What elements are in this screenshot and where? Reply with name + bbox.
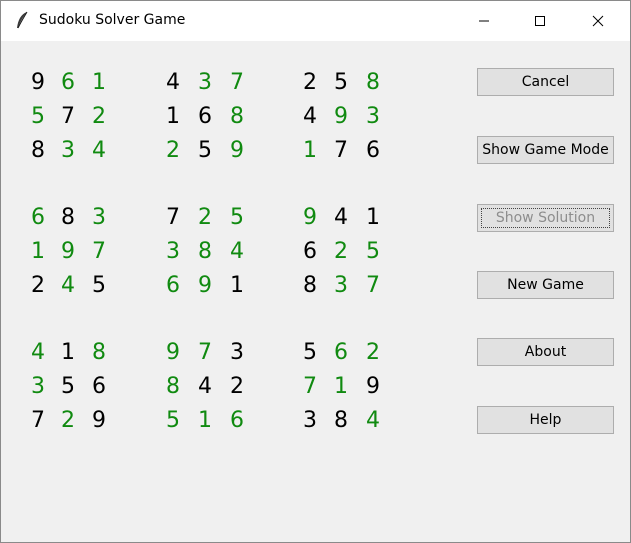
show-solution-button[interactable]: Show Solution (477, 204, 614, 232)
maximize-button[interactable] (517, 1, 563, 41)
new-game-button[interactable]: New Game (477, 271, 614, 299)
sudoku-cell-r3c8: 7 (334, 138, 348, 163)
sudoku-cell-r8c7: 7 (303, 374, 317, 399)
sudoku-cell-r5c5: 8 (198, 239, 212, 264)
app-window: Sudoku Solver Game 961437258572168493834… (0, 0, 631, 543)
sudoku-cell-r9c8: 8 (334, 408, 348, 433)
sudoku-cell-r9c5: 1 (198, 408, 212, 433)
sudoku-cell-r6c4: 6 (166, 273, 180, 298)
help-button[interactable]: Help (477, 406, 614, 434)
minimize-button[interactable] (461, 1, 507, 41)
sudoku-board: 9614372585721684938342591766837259411973… (1, 41, 461, 461)
sudoku-cell-r9c1: 7 (31, 408, 45, 433)
sudoku-cell-r8c1: 3 (31, 374, 45, 399)
sudoku-cell-r2c3: 2 (92, 104, 106, 129)
cancel-button[interactable]: Cancel (477, 68, 614, 96)
sudoku-cell-r4c2: 8 (61, 205, 75, 230)
sudoku-cell-r3c6: 9 (230, 138, 244, 163)
sudoku-cell-r2c8: 9 (334, 104, 348, 129)
sudoku-cell-r4c1: 6 (31, 205, 45, 230)
title-bar[interactable]: Sudoku Solver Game (1, 1, 630, 41)
sudoku-cell-r4c4: 7 (166, 205, 180, 230)
sudoku-cell-r5c9: 5 (366, 239, 380, 264)
sudoku-cell-r1c5: 3 (198, 70, 212, 95)
sudoku-cell-r8c8: 1 (334, 374, 348, 399)
sudoku-cell-r1c4: 4 (166, 70, 180, 95)
sudoku-cell-r4c6: 5 (230, 205, 244, 230)
feather-icon (15, 11, 29, 31)
sudoku-cell-r5c4: 3 (166, 239, 180, 264)
sudoku-cell-r7c4: 9 (166, 340, 180, 365)
sudoku-cell-r7c6: 3 (230, 340, 244, 365)
sudoku-cell-r1c7: 2 (303, 70, 317, 95)
sudoku-cell-r8c9: 9 (366, 374, 380, 399)
sudoku-cell-r2c2: 7 (61, 104, 75, 129)
sudoku-cell-r6c7: 8 (303, 273, 317, 298)
sudoku-cell-r8c3: 6 (92, 374, 106, 399)
sudoku-cell-r1c6: 7 (230, 70, 244, 95)
sudoku-cell-r6c8: 3 (334, 273, 348, 298)
sudoku-cell-r7c5: 7 (198, 340, 212, 365)
minimize-icon (478, 12, 490, 31)
sudoku-cell-r4c8: 4 (334, 205, 348, 230)
sudoku-cell-r8c5: 4 (198, 374, 212, 399)
sudoku-cell-r3c7: 1 (303, 138, 317, 163)
sudoku-cell-r6c6: 1 (230, 273, 244, 298)
sudoku-cell-r5c6: 4 (230, 239, 244, 264)
sudoku-cell-r3c3: 4 (92, 138, 106, 163)
sudoku-cell-r8c6: 2 (230, 374, 244, 399)
sudoku-cell-r3c9: 6 (366, 138, 380, 163)
sudoku-cell-r1c2: 6 (61, 70, 75, 95)
sudoku-cell-r5c1: 1 (31, 239, 45, 264)
sudoku-cell-r6c1: 2 (31, 273, 45, 298)
sudoku-cell-r9c6: 6 (230, 408, 244, 433)
sudoku-cell-r1c9: 8 (366, 70, 380, 95)
about-button[interactable]: About (477, 338, 614, 366)
sudoku-cell-r6c2: 4 (61, 273, 75, 298)
sudoku-cell-r4c5: 2 (198, 205, 212, 230)
sudoku-cell-r9c3: 9 (92, 408, 106, 433)
sudoku-cell-r7c3: 8 (92, 340, 106, 365)
sudoku-cell-r2c4: 1 (166, 104, 180, 129)
sudoku-cell-r7c1: 4 (31, 340, 45, 365)
sudoku-cell-r9c2: 2 (61, 408, 75, 433)
sudoku-cell-r3c1: 8 (31, 138, 45, 163)
sudoku-cell-r6c3: 5 (92, 273, 106, 298)
sudoku-cell-r1c3: 1 (92, 70, 106, 95)
maximize-icon (534, 12, 546, 31)
sudoku-cell-r9c4: 5 (166, 408, 180, 433)
close-button[interactable] (575, 1, 621, 41)
sudoku-cell-r5c2: 9 (61, 239, 75, 264)
sudoku-cell-r2c6: 8 (230, 104, 244, 129)
sudoku-cell-r7c9: 2 (366, 340, 380, 365)
sudoku-cell-r7c8: 6 (334, 340, 348, 365)
sudoku-cell-r4c9: 1 (366, 205, 380, 230)
sudoku-cell-r9c9: 4 (366, 408, 380, 433)
sudoku-cell-r1c1: 9 (31, 70, 45, 95)
show-game-mode-button[interactable]: Show Game Mode (477, 136, 614, 164)
sudoku-cell-r4c7: 9 (303, 205, 317, 230)
sudoku-cell-r2c5: 6 (198, 104, 212, 129)
sudoku-cell-r3c2: 3 (61, 138, 75, 163)
sudoku-cell-r3c4: 2 (166, 138, 180, 163)
sudoku-cell-r8c2: 5 (61, 374, 75, 399)
sudoku-cell-r7c2: 1 (61, 340, 75, 365)
sudoku-cell-r5c3: 7 (92, 239, 106, 264)
sudoku-cell-r1c8: 5 (334, 70, 348, 95)
sudoku-cell-r4c3: 3 (92, 205, 106, 230)
sudoku-cell-r5c8: 2 (334, 239, 348, 264)
sudoku-cell-r2c1: 5 (31, 104, 45, 129)
sudoku-cell-r6c5: 9 (198, 273, 212, 298)
window-title: Sudoku Solver Game (39, 12, 186, 28)
sudoku-cell-r7c7: 5 (303, 340, 317, 365)
sudoku-cell-r2c9: 3 (366, 104, 380, 129)
close-icon (592, 12, 604, 31)
sudoku-cell-r6c9: 7 (366, 273, 380, 298)
sudoku-cell-r5c7: 6 (303, 239, 317, 264)
sudoku-cell-r8c4: 8 (166, 374, 180, 399)
sudoku-cell-r2c7: 4 (303, 104, 317, 129)
sudoku-cell-r3c5: 5 (198, 138, 212, 163)
sudoku-cell-r9c7: 3 (303, 408, 317, 433)
